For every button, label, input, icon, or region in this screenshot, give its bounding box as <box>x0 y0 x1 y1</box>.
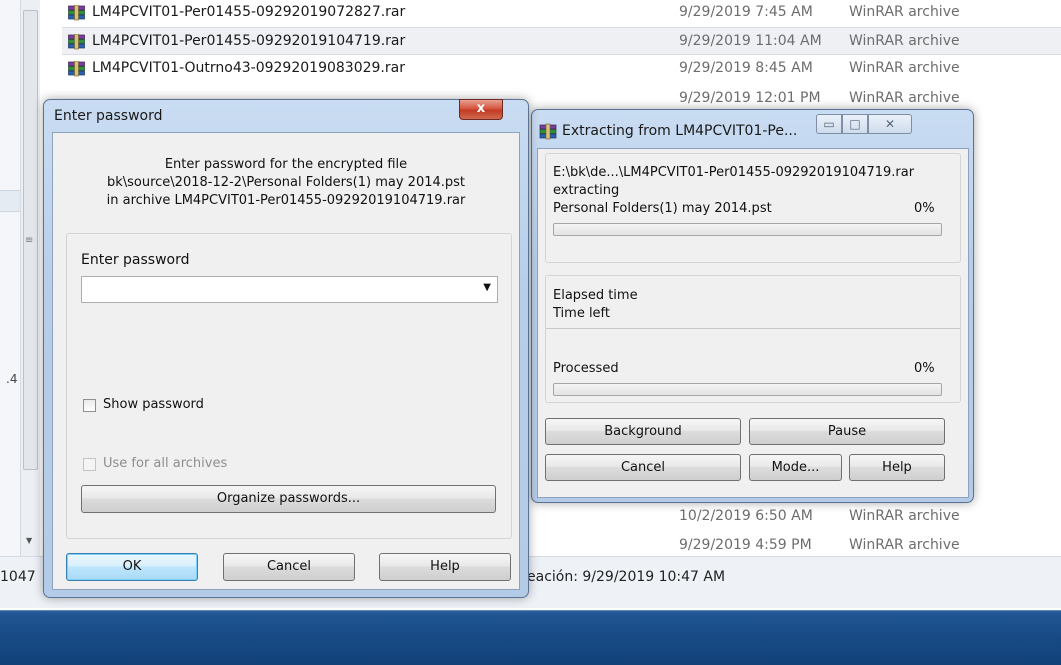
winrar-archive-icon <box>68 4 85 21</box>
pause-button[interactable]: Pause <box>749 418 945 445</box>
info-line-1: Enter password for the encrypted file <box>164 157 408 172</box>
extract-window-title: Extracting from LM4PCVIT01-Pe... <box>562 123 798 139</box>
dropdown-arrow-icon[interactable]: ▼ <box>483 282 491 293</box>
file-name: LM4PCVIT01-Outrno43-09292019083029.rar <box>92 60 405 76</box>
help-extract-button[interactable]: Help <box>849 454 945 481</box>
close-button[interactable]: x <box>459 99 503 120</box>
file-date: 9/29/2019 7:45 AM <box>679 4 813 20</box>
time-progress-group: Elapsed time Time left Processed 0% <box>545 275 961 403</box>
organize-passwords-button[interactable]: Organize passwords... <box>81 485 496 513</box>
file-row[interactable]: LM4PCVIT01-Per01455-09292019072827.rar 9/… <box>62 0 1061 27</box>
file-type: WinRAR archive <box>849 508 960 524</box>
password-group: Enter password ▼ Show password Use for a… <box>66 233 512 539</box>
navigation-pane-text: .4 <box>6 372 18 386</box>
enter-password-dialog: Enter password x Enter password for the … <box>43 99 529 598</box>
file-progress-group: E:\bk\de...\LM4PCVIT01-Per01455-09292019… <box>545 153 961 263</box>
file-name: LM4PCVIT01-Per01455-09292019104719.rar <box>92 33 406 49</box>
background-button[interactable]: Background <box>545 418 741 445</box>
extract-window-client: E:\bk\de...\LM4PCVIT01-Per01455-09292019… <box>537 148 969 498</box>
file-type: WinRAR archive <box>849 90 960 106</box>
scroll-down-arrow-icon[interactable]: ▼ <box>26 536 32 545</box>
ok-button[interactable]: OK <box>66 553 198 581</box>
close-button[interactable]: ✕ <box>868 114 912 134</box>
cancel-extract-button[interactable]: Cancel <box>545 454 741 481</box>
maximize-icon: □ <box>849 117 861 131</box>
file-type: WinRAR archive <box>849 4 960 20</box>
file-date: 9/29/2019 8:45 AM <box>679 60 813 76</box>
file-row[interactable]: LM4PCVIT01-Outrno43-09292019083029.rar 9/… <box>62 55 1061 83</box>
file-row[interactable]: LM4PCVIT01-Per01455-09292019104719.rar 9/… <box>62 27 1061 55</box>
details-modified-date: eación: 9/29/2019 10:47 AM <box>527 569 726 585</box>
scrollbar-grip-icon: ≡ <box>25 235 34 246</box>
cancel-button[interactable]: Cancel <box>223 553 355 581</box>
password-dialog-client: Enter password for the encrypted file bk… <box>52 132 520 590</box>
elapsed-time-label: Elapsed time <box>553 288 638 303</box>
group-divider <box>546 328 960 329</box>
file-progress-bar <box>553 223 942 236</box>
info-line-2: bk\source\2018-12-2\Personal Folders(1) … <box>106 175 466 190</box>
file-date: 9/29/2019 4:59 PM <box>679 537 812 553</box>
file-type: WinRAR archive <box>849 60 960 76</box>
time-left-label: Time left <box>553 306 611 321</box>
use-for-all-archives-label: Use for all archives <box>103 456 228 471</box>
file-type: WinRAR archive <box>849 537 960 553</box>
processed-label: Processed <box>553 361 619 376</box>
archive-path: E:\bk\de...\LM4PCVIT01-Per01455-09292019… <box>553 165 915 180</box>
show-password-checkbox[interactable] <box>83 399 96 412</box>
minimize-button[interactable]: ▭ <box>816 114 842 134</box>
password-label: Enter password <box>81 252 190 268</box>
minimize-icon: ▭ <box>823 117 835 131</box>
winrar-archive-icon <box>539 123 557 141</box>
file-percent: 0% <box>914 201 935 216</box>
details-left-text: 1047 <box>0 569 36 585</box>
taskbar[interactable] <box>0 610 1061 665</box>
info-line-3: in archive LM4PCVIT01-Per01455-092920191… <box>106 193 466 208</box>
file-date: 10/2/2019 6:50 AM <box>679 508 813 524</box>
current-file-name: Personal Folders(1) may 2014.pst <box>553 201 772 216</box>
file-date: 9/29/2019 12:01 PM <box>679 90 821 106</box>
extract-status: extracting <box>553 183 620 198</box>
winrar-archive-icon <box>68 33 85 50</box>
dialog-title: Enter password <box>54 108 163 124</box>
close-icon: x <box>476 101 486 116</box>
maximize-button[interactable]: □ <box>842 114 868 134</box>
extracting-window: Extracting from LM4PCVIT01-Pe... ▭ □ ✕ E… <box>531 109 974 503</box>
close-icon: ✕ <box>884 117 896 131</box>
file-date: 9/29/2019 11:04 AM <box>679 33 822 49</box>
file-name: LM4PCVIT01-Per01455-09292019072827.rar <box>92 4 406 20</box>
show-password-label[interactable]: Show password <box>103 397 204 412</box>
processed-percent: 0% <box>914 361 935 376</box>
navigation-pane-item[interactable] <box>0 190 20 212</box>
file-type: WinRAR archive <box>849 33 960 49</box>
processed-progress-bar <box>553 383 942 396</box>
help-button[interactable]: Help <box>379 553 511 581</box>
use-for-all-archives-checkbox[interactable] <box>83 458 96 471</box>
winrar-archive-icon <box>68 60 85 77</box>
password-combobox[interactable]: ▼ <box>81 276 498 303</box>
navigation-scrollbar[interactable]: ≡ ▼ <box>20 0 40 560</box>
mode-button[interactable]: Mode... <box>749 454 842 481</box>
